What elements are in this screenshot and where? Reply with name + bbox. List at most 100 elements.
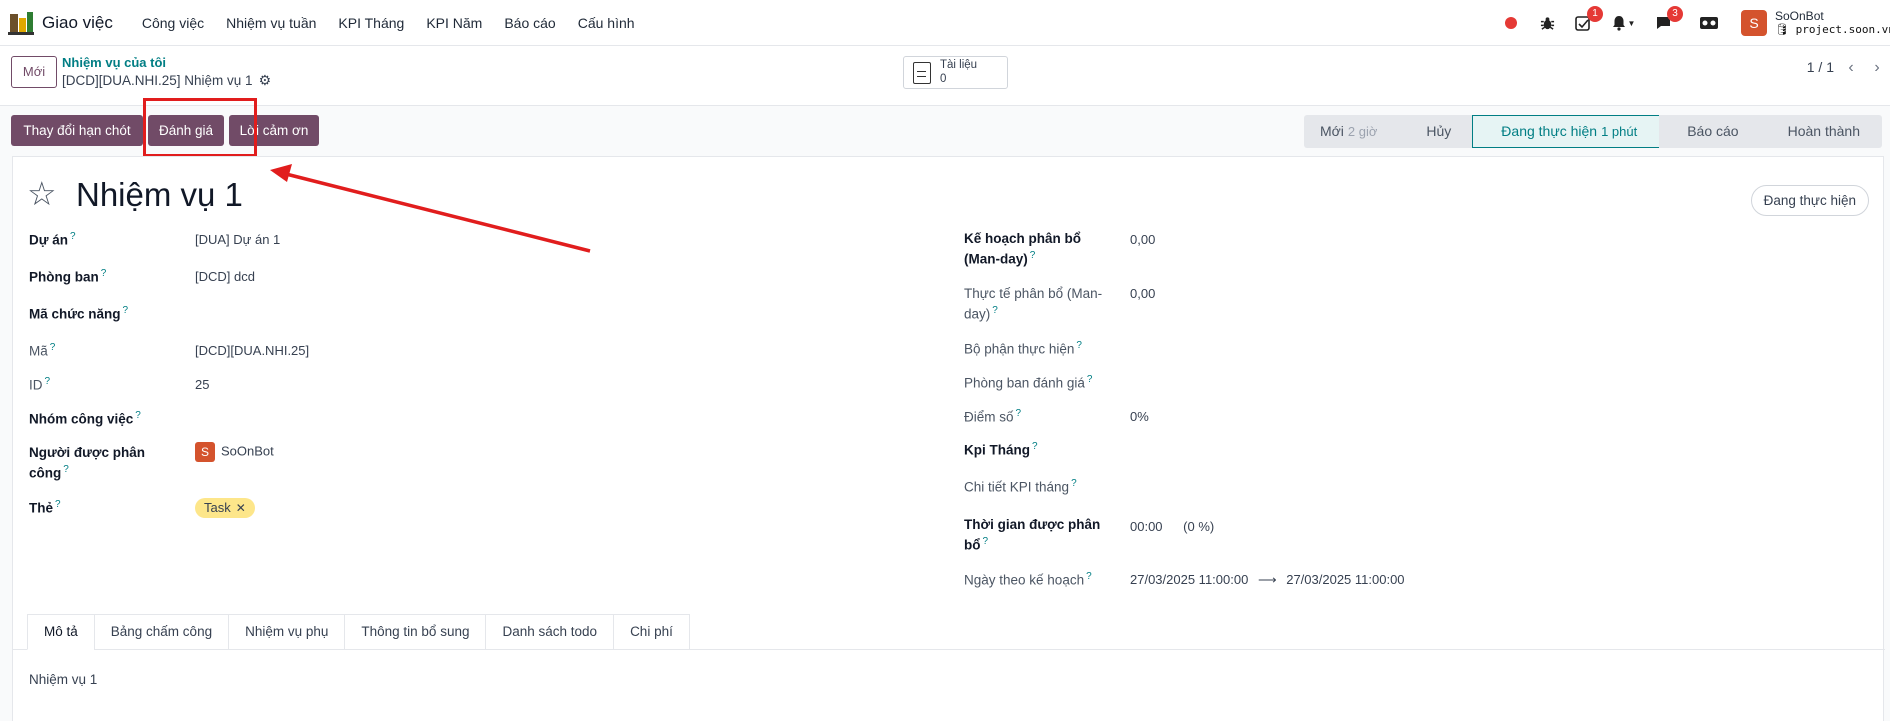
menu-item-nhiem-vu-tuan[interactable]: Nhiệm vụ tuần (215, 15, 327, 31)
tab-chi-phi[interactable]: Chi phí (613, 614, 690, 650)
field-value-id: 25 (195, 377, 210, 392)
user-menu[interactable]: SoOnBot 🛢 project.soon.vn (1775, 10, 1890, 36)
documents-button[interactable]: Tài liệu 0 (903, 56, 1008, 89)
help-icon[interactable]: ? (45, 376, 51, 387)
user-avatar[interactable]: S (1741, 10, 1767, 36)
bell-icon[interactable]: ▼ (1609, 13, 1637, 33)
kpi-month-label-text: Kpi Tháng (964, 442, 1030, 458)
help-icon[interactable]: ? (50, 342, 56, 353)
help-icon[interactable]: ? (70, 231, 76, 242)
stage-bao-cao[interactable]: Báo cáo (1659, 115, 1761, 148)
change-deadline-button[interactable]: Thay đổi hạn chót (11, 115, 143, 146)
field-value-allocated-time[interactable]: 00:00 (0 %) (1130, 518, 1214, 536)
pager-value[interactable]: 1 / 1 (1807, 59, 1834, 75)
stage-dang-thuc-hien-duration: 1 phút (1601, 124, 1638, 139)
score-label-text: Điểm số (964, 409, 1014, 425)
field-value-plan-date[interactable]: 27/03/2025 11:00:00 ⟶ 27/03/2025 11:00:0… (1130, 571, 1405, 589)
breadcrumb-current-label: [DCD][DUA.NHI.25] Nhiệm vụ 1 (62, 73, 253, 88)
breadcrumb-current: [DCD][DUA.NHI.25] Nhiệm vụ 1 ⚙ (62, 72, 271, 89)
menu-item-cong-viec[interactable]: Công việc (131, 15, 215, 31)
group-label-text: Nhóm công việc (29, 411, 134, 427)
stage-moi-label: Mới (1319, 123, 1344, 139)
stage-hoan-thanh[interactable]: Hoàn thành (1759, 115, 1882, 148)
description-content[interactable]: Nhiệm vụ 1 (29, 672, 97, 687)
help-icon[interactable]: ? (992, 305, 998, 316)
tab-danh-sach-todo[interactable]: Danh sách todo (485, 614, 615, 650)
control-panel: Mới Nhiệm vụ của tôi [DCD][DUA.NHI.25] N… (0, 46, 1890, 106)
assignee-label-text: Người được phân công (29, 445, 145, 481)
record-icon[interactable] (1501, 13, 1521, 33)
help-icon[interactable]: ? (1087, 374, 1093, 385)
documents-label: Tài liệu (940, 58, 978, 71)
task-title[interactable]: Nhiệm vụ 1 (76, 176, 243, 213)
field-label-score: Điểm số? (964, 407, 1021, 427)
document-icon (913, 61, 931, 84)
tab-nhiem-vu-phu[interactable]: Nhiệm vụ phụ (228, 614, 346, 650)
help-icon[interactable]: ? (1030, 250, 1036, 261)
help-icon[interactable]: ? (1032, 441, 1038, 452)
menu-item-kpi-thang[interactable]: KPI Tháng (327, 15, 415, 31)
glasses-icon[interactable] (1699, 13, 1719, 33)
field-value-code: [DCD][DUA.NHI.25] (195, 343, 310, 358)
help-icon[interactable]: ? (1076, 340, 1082, 351)
help-icon[interactable]: ? (135, 410, 141, 421)
help-icon[interactable]: ? (101, 268, 107, 279)
help-icon[interactable]: ? (63, 464, 69, 475)
field-label-project: Dự án? (29, 230, 76, 250)
user-name: SoOnBot (1775, 9, 1824, 23)
field-label-allocated-time: Thời gian được phân bổ? (964, 516, 1114, 555)
activity-badge: 1 (1587, 6, 1603, 22)
stage-dang-thuc-hien[interactable]: Đang thực hiện 1 phút (1472, 115, 1661, 148)
menu-item-kpi-nam[interactable]: KPI Năm (415, 15, 493, 31)
chat-icon[interactable]: 3 (1653, 6, 1683, 33)
field-value-plan-allocation[interactable]: 0,00 (1130, 231, 1155, 249)
field-label-actual-allocation: Thực tế phân bổ (Man-day)? (964, 285, 1114, 324)
top-navbar: Giao việc Công việc Nhiệm vụ tuần KPI Th… (0, 0, 1890, 46)
stage-moi[interactable]: Mới 2 giờ (1303, 115, 1400, 148)
alloc-time-pct: (0 %) (1183, 519, 1215, 534)
menu-item-bao-cao[interactable]: Báo cáo (493, 15, 566, 31)
new-button[interactable]: Mới (11, 56, 57, 88)
gear-icon[interactable]: ⚙ (259, 72, 272, 89)
help-icon[interactable]: ? (55, 499, 61, 510)
help-icon[interactable]: ? (1086, 571, 1092, 582)
stage-huy-label: Hủy (1426, 123, 1452, 139)
breadcrumb-parent[interactable]: Nhiệm vụ của tôi (62, 55, 166, 70)
alloc-time-value: 00:00 (1130, 519, 1163, 534)
field-label-kpi-detail: Chi tiết KPI tháng? (964, 477, 1077, 497)
tab-mo-ta[interactable]: Mô tả (27, 614, 95, 650)
remove-tag-icon[interactable]: ✕ (236, 501, 246, 515)
tab-bang-cham-cong[interactable]: Bảng chấm công (93, 614, 230, 650)
plan-date-end[interactable]: 27/03/2025 11:00:00 (1286, 572, 1404, 587)
field-value-project[interactable]: [DUA] Dự án 1 (195, 231, 280, 249)
arrow-right-icon: ⟶ (1257, 572, 1277, 587)
star-icon[interactable]: ☆ (27, 177, 57, 210)
chevron-left-icon[interactable]: ‹ (1838, 55, 1864, 81)
documents-count: 0 (940, 72, 947, 85)
field-value-tags[interactable]: Task ✕ (195, 498, 255, 519)
field-label-code: Mã? (29, 341, 55, 361)
app-name[interactable]: Giao việc (42, 13, 113, 33)
help-icon[interactable]: ? (1071, 478, 1077, 489)
stage-pill: Đang thực hiện (1750, 185, 1869, 216)
plan-date-start[interactable]: 27/03/2025 11:00:00 (1130, 572, 1248, 587)
field-label-task-group: Nhóm công việc? (29, 409, 141, 429)
stage-huy[interactable]: Hủy (1398, 115, 1474, 148)
tab-thong-tin-bo-sung[interactable]: Thông tin bổ sung (344, 614, 487, 650)
kpi-detail-label-text: Chi tiết KPI tháng (964, 479, 1070, 495)
field-value-assignee[interactable]: S SoOnBot (195, 442, 274, 462)
app-logo-icon[interactable] (8, 10, 34, 36)
form-sheet: ☆ Nhiệm vụ 1 Đang thực hiện Dự án? [DUA]… (12, 156, 1885, 721)
code-label-text: Mã (29, 343, 48, 359)
field-label-kpi-month: Kpi Tháng? (964, 440, 1038, 460)
stage-bao-cao-label: Báo cáo (1687, 123, 1739, 139)
activity-icon[interactable]: 1 (1573, 6, 1603, 33)
help-icon[interactable]: ? (123, 305, 129, 316)
field-label-function-code: Mã chức năng? (29, 304, 128, 324)
chevron-right-icon[interactable]: › (1864, 55, 1890, 81)
bug-icon[interactable] (1537, 13, 1557, 33)
help-icon[interactable]: ? (1016, 408, 1022, 419)
menu-item-cau-hinh[interactable]: Cấu hình (567, 15, 646, 31)
help-icon[interactable]: ? (983, 536, 989, 547)
field-value-department[interactable]: [DCD] dcd (195, 268, 255, 286)
